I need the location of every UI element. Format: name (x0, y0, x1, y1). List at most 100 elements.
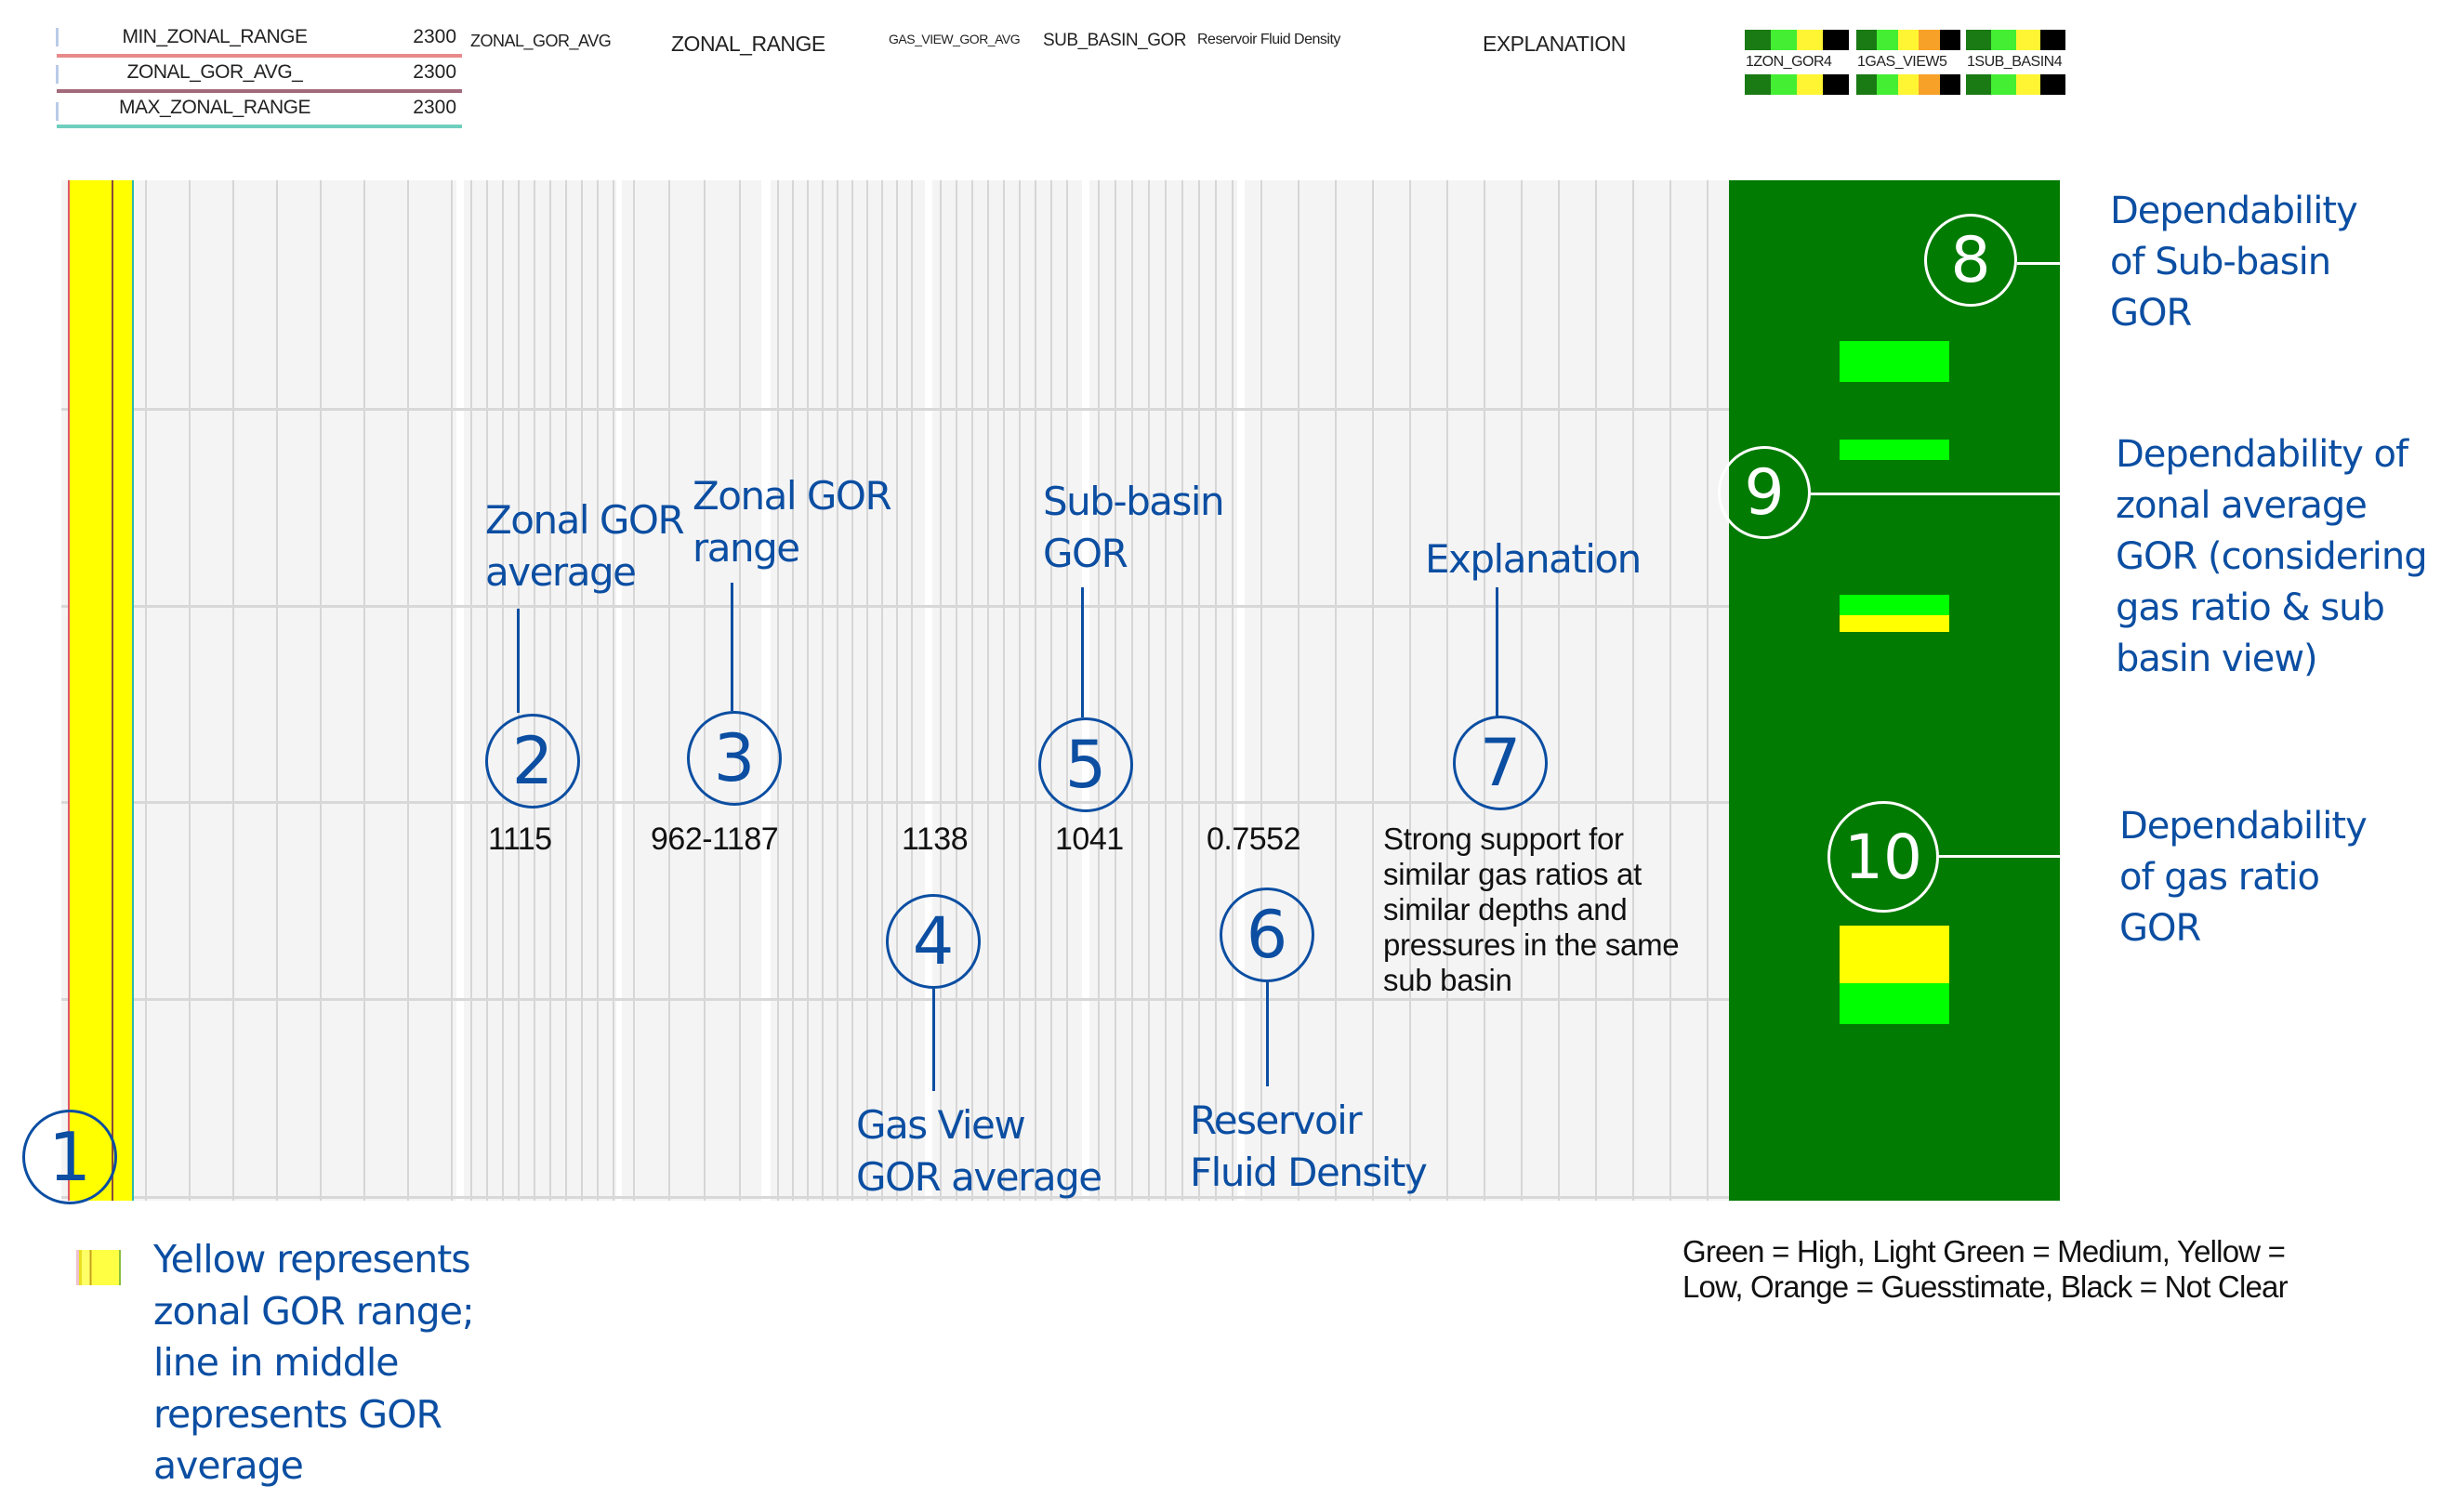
grid-line-vertical (1669, 180, 1671, 1201)
value-zonal-range: 962-1187 (651, 822, 779, 857)
scale-bar-top (1856, 30, 1961, 50)
color-scale-gas-view: 1GAS_VIEW5 (1856, 30, 1961, 95)
callout-8-label: Dependability of Sub-basin GOR (2110, 190, 2358, 335)
callout-3-label: Zonal GOR range (693, 473, 892, 571)
scale-bar-bottom (1856, 74, 1961, 95)
legend-line-max (57, 125, 462, 128)
callout-10-label: Dependability of gas ratio GOR (2119, 805, 2368, 950)
legend-name: ZONAL_GOR_AVG_ (126, 61, 303, 83)
grid-line-vertical (1260, 180, 1262, 1201)
header-reservoir-fluid-density: Reservoir Fluid Density (1197, 32, 1340, 47)
track-separator (1237, 180, 1245, 1201)
scale-bar-top (1966, 30, 2065, 50)
grid-line-vertical (704, 180, 706, 1201)
grid-line-vertical (851, 180, 853, 1201)
legend-name: MIN_ZONAL_RANGE (122, 26, 308, 47)
scale-label: 1ZON_GOR4 (1745, 50, 1849, 74)
callout-6-leader (1266, 982, 1269, 1086)
grid-line-vertical (1098, 180, 1100, 1201)
grid-line-vertical (1165, 180, 1167, 1201)
dependability-zonal-avg-medium-2 (1840, 595, 1949, 615)
grid-line-vertical (597, 180, 599, 1201)
color-key-text: Green = High, Light Green = Medium, Yell… (1682, 1234, 2289, 1304)
min-zonal-range-line (68, 180, 70, 1201)
grid-line-vertical (1066, 180, 1068, 1201)
grid-line-vertical (881, 180, 883, 1201)
callout-3-circle: 3 (687, 711, 782, 806)
grid-line-vertical (837, 180, 838, 1201)
legend-row-min-zonal-range: MIN_ZONAL_RANGE 2300 (57, 22, 462, 58)
callout-5-leader (1081, 587, 1084, 717)
callout-5-circle: 5 (1038, 717, 1133, 812)
value-reservoir-fluid-density: 0.7552 (1207, 822, 1301, 857)
header-gas-view-gor-avg: GAS_VIEW_GOR_AVG (889, 32, 1021, 46)
zonal-range-band (68, 180, 133, 1201)
grid-line-vertical (866, 180, 868, 1201)
callout-4-label: Gas View GOR average (856, 1102, 1102, 1200)
grid-line-vertical (145, 180, 147, 1201)
zonal-range-swatch-icon (76, 1250, 121, 1285)
grid-line-vertical (1019, 180, 1021, 1201)
callout-4-leader (932, 989, 935, 1091)
grid-line-horizontal (61, 408, 1729, 411)
grid-line-vertical (451, 180, 453, 1201)
callout-3-leader (731, 583, 733, 711)
grid-line-vertical (1632, 180, 1634, 1201)
dependability-zonal-avg-low (1840, 615, 1949, 632)
callout-1-circle: 1 (22, 1110, 117, 1204)
callout-7-leader (1496, 587, 1498, 717)
grid-line-vertical (581, 180, 583, 1201)
legend-row-zonal-gor-avg: ZONAL_GOR_AVG_ 2300 (57, 58, 462, 93)
scale-label: 1SUB_BASIN4 (1966, 50, 2065, 74)
legend-name: MAX_ZONAL_RANGE (118, 97, 311, 118)
grid-line-vertical (1409, 180, 1411, 1201)
grid-line-vertical (565, 180, 567, 1201)
grid-line-vertical (1558, 180, 1560, 1201)
header-sub-basin-gor: SUB_BASIN_GOR (1043, 31, 1187, 50)
header-zonal-gor-avg: ZONAL_GOR_AVG (470, 32, 612, 50)
value-zonal-gor-avg: 1115 (488, 822, 552, 857)
scale-label: 1GAS_VIEW5 (1856, 50, 1960, 74)
callout-2-leader (517, 609, 520, 713)
grid-line-vertical (971, 180, 973, 1201)
callout-9-label: Dependability of zonal average GOR (consid… (2116, 433, 2428, 680)
callout-8-leader (2017, 262, 2060, 265)
grid-line-vertical (822, 180, 824, 1201)
track-separator (761, 180, 771, 1201)
grid-line-vertical (633, 180, 635, 1201)
grid-line-vertical (232, 180, 234, 1201)
callout-7-label: Explanation (1425, 536, 1642, 582)
grid-line-vertical (320, 180, 322, 1201)
grid-line-vertical (956, 180, 957, 1201)
header-zonal-range: ZONAL_RANGE (671, 32, 825, 56)
dependability-gas-ratio-low (1840, 926, 1949, 983)
callout-10-leader (1939, 855, 2060, 858)
grid-line-vertical (777, 180, 779, 1201)
callout-6-label: Reservoir Fluid Density (1190, 1098, 1428, 1195)
grid-line-vertical (1232, 180, 1234, 1201)
legend-value: 2300 (413, 97, 456, 118)
grid-line-horizontal (61, 998, 1729, 1001)
grid-line-vertical (1595, 180, 1597, 1201)
zonal-gor-avg-line (112, 180, 113, 1201)
callout-8-circle: 8 (1924, 214, 2017, 307)
grid-line-vertical (1131, 180, 1133, 1201)
grid-line-vertical (1115, 180, 1116, 1201)
callout-10-circle: 10 (1827, 801, 1939, 913)
scale-bar-bottom (1745, 74, 1849, 95)
grid-line-vertical (1521, 180, 1523, 1201)
grid-line-vertical (668, 180, 670, 1201)
grid-line-vertical (940, 180, 942, 1201)
grid-line-vertical (807, 180, 809, 1201)
color-scale-zon-gor: 1ZON_GOR4 (1745, 30, 1849, 95)
callout-9-leader (1811, 493, 2060, 495)
grid-line-vertical (613, 180, 614, 1201)
track-separator (456, 180, 464, 1201)
callout-2-circle: 2 (485, 714, 580, 809)
grid-line-vertical (502, 180, 504, 1201)
grid-line-horizontal (61, 605, 1729, 608)
scale-bar-bottom (1966, 74, 2065, 95)
scale-bar-top (1745, 30, 1849, 50)
dependability-zonal-avg-medium (1840, 440, 1949, 460)
value-gas-view-gor-avg: 1138 (902, 822, 969, 857)
